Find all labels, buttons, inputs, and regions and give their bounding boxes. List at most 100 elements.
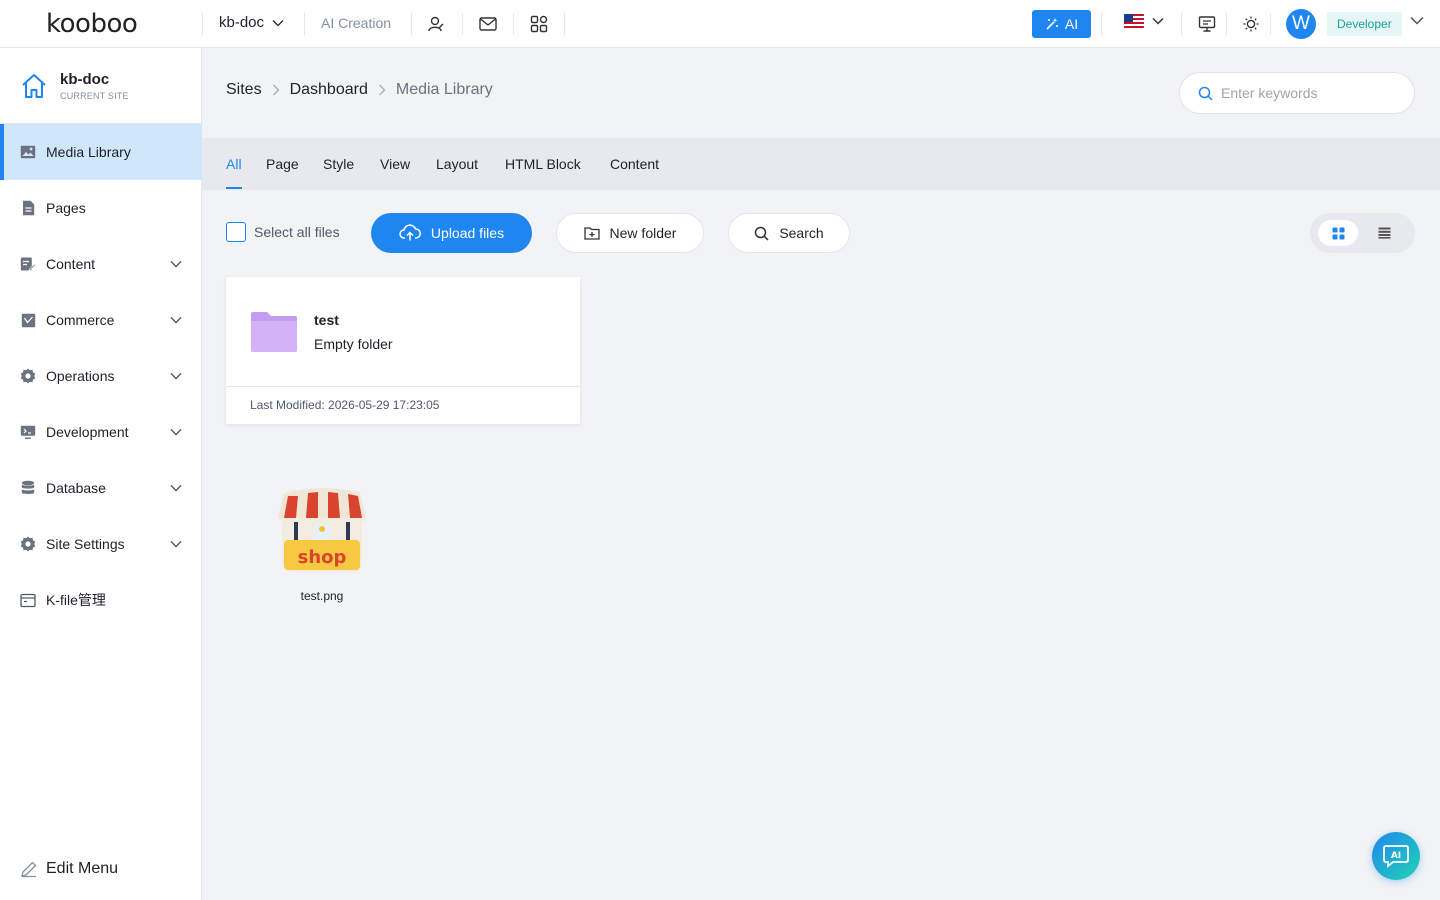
home-icon [22, 73, 46, 98]
ai-assistant-button[interactable]: AI [1372, 832, 1420, 880]
magic-wand-icon [1046, 18, 1058, 30]
sidebar-item-label: Media Library [46, 144, 131, 160]
sidebar-item-commerce[interactable]: Commerce [0, 292, 202, 348]
pencil-icon [21, 861, 37, 878]
view-toggle [1310, 213, 1415, 253]
sidebar-item-label: Pages [46, 200, 86, 216]
new-folder-label: New folder [609, 225, 677, 241]
site-switcher-label: kb-doc [219, 14, 265, 31]
tab-style[interactable]: Style [323, 156, 354, 172]
us-flag-icon [1124, 14, 1144, 28]
divider [462, 13, 463, 35]
chevron-down-icon [170, 261, 182, 268]
gear-icon [20, 536, 36, 552]
ai-chat-label: AI [1391, 851, 1401, 861]
tab-page[interactable]: Page [266, 156, 299, 172]
grid-view-button[interactable] [1318, 220, 1358, 246]
apps-grid-icon[interactable] [527, 12, 551, 36]
site-switcher[interactable]: kb-doc [219, 14, 284, 31]
chevron-down-icon [170, 485, 182, 492]
divider [1270, 13, 1271, 35]
role-badge[interactable]: Developer [1327, 12, 1402, 36]
commerce-icon [20, 312, 36, 328]
current-site[interactable]: kb-doc CURRENT SITE [0, 48, 202, 124]
sidebar-item-database[interactable]: Database [0, 460, 202, 516]
select-all-files[interactable]: Select all files [226, 222, 340, 242]
kooboo-logo[interactable]: kooboo [46, 10, 166, 38]
chevron-down-icon [272, 19, 284, 27]
select-all-label: Select all files [254, 224, 340, 240]
user-sign-icon[interactable] [424, 12, 448, 36]
select-all-checkbox[interactable] [226, 222, 246, 242]
sidebar-item-development[interactable]: Development [0, 404, 202, 460]
new-folder-button[interactable]: New folder [556, 213, 704, 253]
sidebar-item-content[interactable]: Content [0, 236, 202, 292]
tab-content[interactable]: Content [610, 156, 659, 172]
folder-icon [251, 311, 297, 352]
cloud-upload-icon [399, 224, 421, 241]
shop-thumbnail-image: shop [278, 488, 367, 572]
sidebar-item-media-library[interactable]: Media Library [0, 124, 202, 180]
sidebar-item-label: Development [46, 424, 129, 440]
sidebar-item-label: Commerce [46, 312, 115, 328]
edit-menu-button[interactable]: Edit Menu [20, 860, 118, 878]
search-icon [755, 226, 769, 241]
breadcrumb: Sites Dashboard Media Library [226, 81, 493, 99]
divider [513, 13, 514, 35]
sidebar-item-k-file[interactable]: K-file管理 [0, 572, 202, 628]
sidebar-item-site-settings[interactable]: Site Settings [0, 516, 202, 572]
gear-icon [20, 368, 36, 384]
breadcrumb-sites[interactable]: Sites [226, 81, 262, 99]
ai-button[interactable]: AI [1032, 10, 1091, 38]
divider [564, 13, 565, 35]
tab-layout[interactable]: Layout [436, 156, 478, 172]
code-icon [20, 424, 36, 440]
database-icon [20, 480, 36, 496]
mail-icon[interactable] [476, 12, 500, 36]
folder-name: test [314, 311, 339, 328]
list-view-button[interactable] [1364, 220, 1404, 246]
chevron-down-icon [170, 373, 182, 380]
divider [1226, 13, 1227, 35]
sidebar-item-pages[interactable]: Pages [0, 180, 202, 236]
sidebar-item-operations[interactable]: Operations [0, 348, 202, 404]
divider [411, 13, 412, 35]
logo-text: kooboo [46, 9, 138, 39]
language-switcher[interactable] [1124, 14, 1164, 28]
divider [202, 13, 203, 35]
chevron-down-icon [170, 317, 182, 324]
list-view-icon [1378, 227, 1390, 239]
monitor-icon[interactable] [1195, 12, 1219, 36]
sun-icon[interactable] [1239, 12, 1263, 36]
folder-icon [20, 592, 36, 608]
tab-view[interactable]: View [380, 156, 410, 172]
sidebar-item-label: K-file管理 [46, 592, 106, 608]
tab-html-block[interactable]: HTML Block [505, 156, 581, 172]
divider [1101, 13, 1102, 35]
search-button[interactable]: Search [728, 213, 850, 253]
file-item[interactable]: shop test.png [270, 484, 374, 603]
chevron-down-icon [170, 429, 182, 436]
breadcrumb-dashboard[interactable]: Dashboard [290, 81, 368, 99]
image-icon [20, 144, 36, 160]
tab-all[interactable]: All [226, 156, 242, 189]
sidebar-item-label: Operations [46, 368, 115, 384]
chevron-down-icon [170, 541, 182, 548]
edit-doc-icon [20, 256, 36, 272]
folder-card-body: test Empty folder [226, 277, 580, 387]
chevron-right-icon [272, 84, 279, 96]
ai-chat-icon: AI [1383, 845, 1409, 868]
upload-files-button[interactable]: Upload files [371, 213, 532, 253]
sidebar-item-label: Site Settings [46, 536, 125, 552]
upload-files-label: Upload files [430, 225, 505, 241]
breadcrumb-media-library: Media Library [395, 81, 493, 98]
folder-last-modified: Last Modified: 2026-05-29 17:23:05 [250, 398, 440, 412]
search-input[interactable] [1221, 85, 1401, 101]
user-avatar[interactable]: W [1286, 9, 1316, 39]
chevron-down-icon[interactable] [1410, 16, 1424, 25]
chevron-right-icon [378, 84, 386, 96]
folder-card[interactable]: test Empty folder Last Modified: 2026-05… [226, 277, 580, 424]
search-icon [1198, 86, 1213, 101]
ai-creation-link[interactable]: AI Creation [321, 15, 391, 31]
divider [304, 13, 305, 35]
